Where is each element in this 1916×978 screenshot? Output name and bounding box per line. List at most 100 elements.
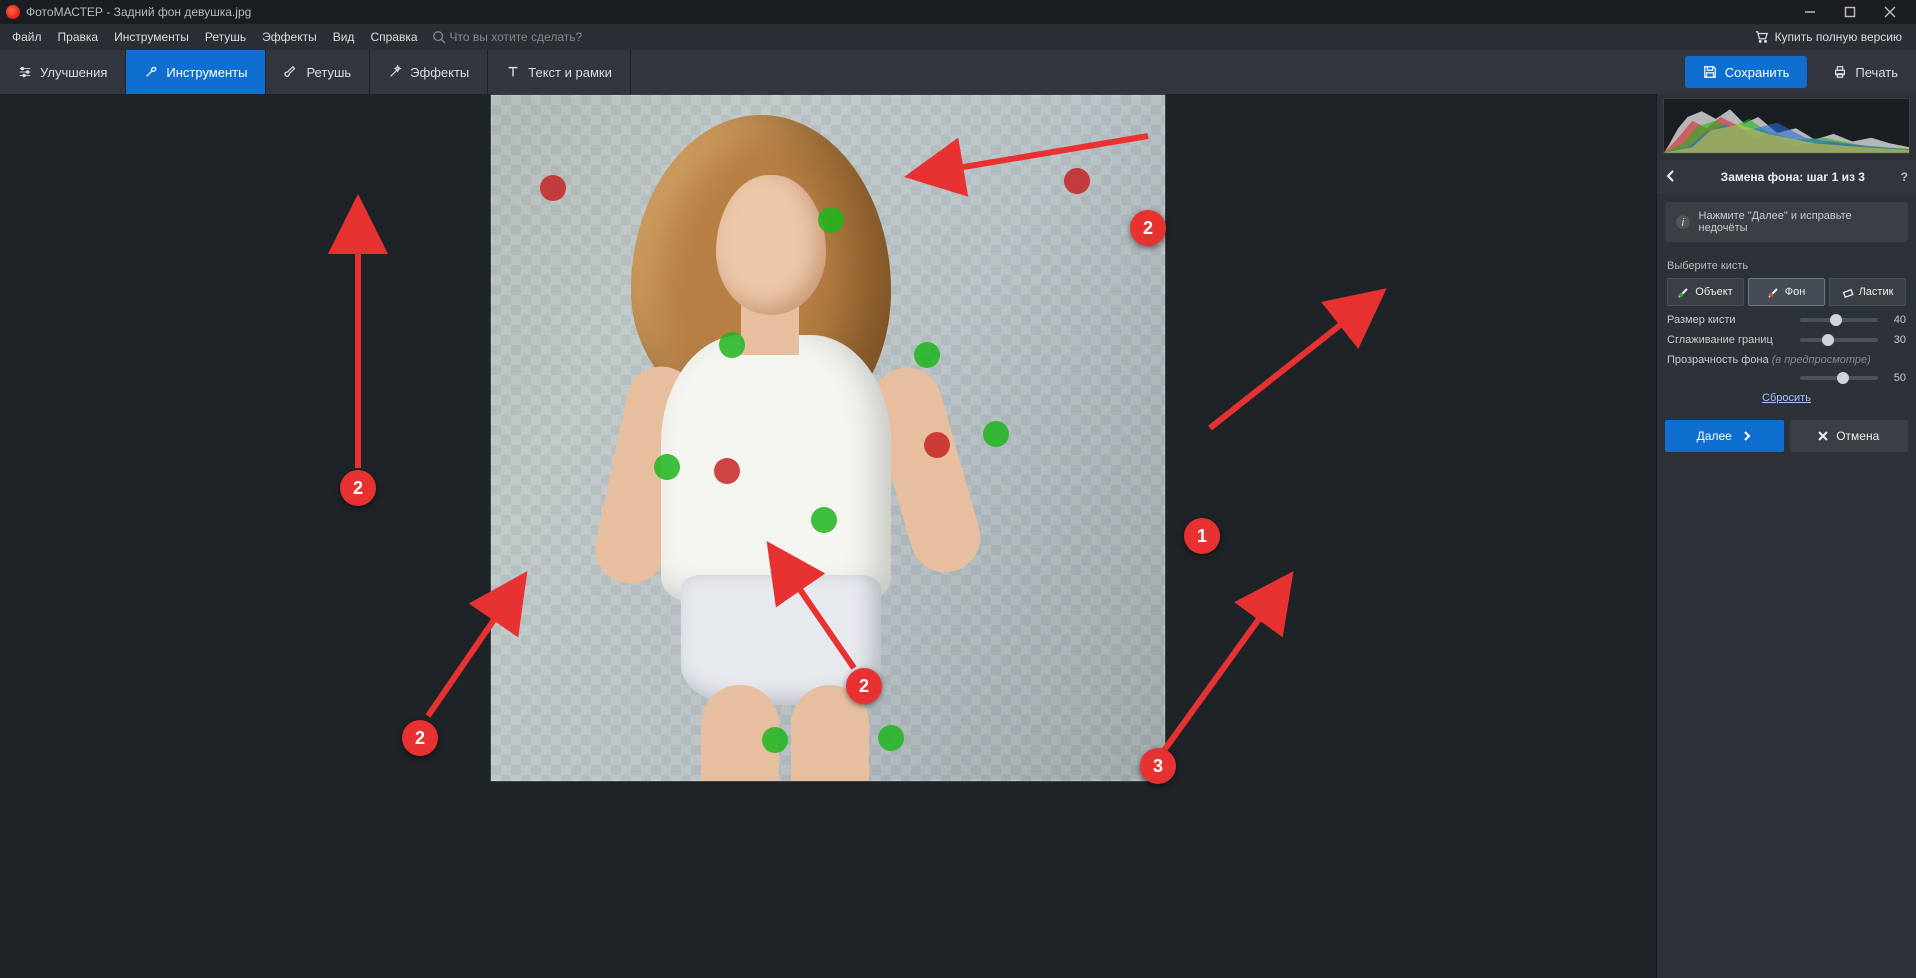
main-area: Замена фона: шаг 1 из 3 ? i Нажмите "Дал… <box>0 94 1916 978</box>
chevron-left-icon <box>1665 170 1677 182</box>
bg-marker <box>924 432 950 458</box>
window-maximize-button[interactable] <box>1830 0 1870 24</box>
panel-help-button[interactable]: ? <box>1901 170 1908 184</box>
object-marker <box>811 507 837 533</box>
brush-size-label: Размер кисти <box>1667 314 1794 326</box>
search-placeholder: Что вы хотите сделать? <box>450 30 583 44</box>
menu-file[interactable]: Файл <box>4 26 50 48</box>
bg-opacity-label: Прозрачность фона <box>1667 354 1769 366</box>
histogram <box>1663 98 1910 154</box>
save-icon <box>1703 65 1717 79</box>
tab-label: Инструменты <box>166 65 247 80</box>
brush-size-slider[interactable] <box>1800 318 1878 322</box>
brush-object-button[interactable]: Объект <box>1667 278 1744 306</box>
annotation-2: 2 <box>402 720 438 756</box>
cancel-button[interactable]: Отмена <box>1790 420 1909 452</box>
tab-text-frames[interactable]: Текст и рамки <box>488 50 631 94</box>
annotation-2: 2 <box>1130 210 1166 246</box>
bg-marker <box>1064 168 1090 194</box>
menu-effects[interactable]: Эффекты <box>254 26 325 48</box>
wrench-icon <box>144 65 158 79</box>
object-marker <box>719 332 745 358</box>
panel-back-button[interactable] <box>1665 170 1677 185</box>
cart-icon <box>1755 30 1769 44</box>
brush-section: Выберите кисть Объект Фон Ластик Размер … <box>1657 250 1916 420</box>
object-marker <box>762 727 788 753</box>
brush-green-icon <box>1678 286 1690 298</box>
bg-opacity-value: 50 <box>1884 372 1906 384</box>
annotation-1: 1 <box>1184 518 1220 554</box>
window-title: ФотоМАСТЕР - Задний фон девушка.jpg <box>26 5 251 19</box>
window-close-button[interactable] <box>1870 0 1910 24</box>
menu-retouch[interactable]: Ретушь <box>197 26 254 48</box>
smooth-value: 30 <box>1884 334 1906 346</box>
annotation-2: 2 <box>340 470 376 506</box>
info-icon: i <box>1675 214 1691 230</box>
tab-effects[interactable]: Эффекты <box>370 50 488 94</box>
brush-label: Ластик <box>1859 286 1894 298</box>
reset-link[interactable]: Сбросить <box>1667 392 1906 404</box>
save-label: Сохранить <box>1725 65 1790 80</box>
sliders-icon <box>18 65 32 79</box>
cancel-label: Отмена <box>1836 429 1879 443</box>
next-label: Далее <box>1697 429 1732 443</box>
menu-help[interactable]: Справка <box>362 26 425 48</box>
bg-opacity-row: Прозрачность фона (в предпросмотре) 50 <box>1667 354 1906 384</box>
brush-label: Объект <box>1695 286 1732 298</box>
tab-label: Улучшения <box>40 65 107 80</box>
panel-title: Замена фона: шаг 1 из 3 <box>1685 170 1901 184</box>
object-marker <box>818 207 844 233</box>
buy-full-version-link[interactable]: Купить полную версию <box>1745 26 1912 48</box>
brush-label: Фон <box>1785 286 1806 298</box>
panel-tip: i Нажмите "Далее" и исправьте недочёты <box>1665 202 1908 242</box>
bg-marker <box>714 458 740 484</box>
chevron-right-icon <box>1742 431 1752 441</box>
print-icon <box>1833 65 1847 79</box>
histogram-graphic <box>1664 100 1909 153</box>
panel-action-row: Далее Отмена <box>1657 420 1916 462</box>
bg-marker <box>540 175 566 201</box>
smooth-slider[interactable] <box>1800 338 1878 342</box>
print-button[interactable]: Печать <box>1815 50 1916 94</box>
object-marker <box>914 342 940 368</box>
next-button[interactable]: Далее <box>1665 420 1784 452</box>
search-icon <box>432 30 446 44</box>
magic-icon <box>388 65 402 79</box>
brush-eraser-button[interactable]: Ластик <box>1829 278 1906 306</box>
brush-section-label: Выберите кисть <box>1667 260 1906 272</box>
print-label: Печать <box>1855 65 1898 80</box>
top-toolbar: Улучшения Инструменты Ретушь Эффекты Тек… <box>0 50 1916 94</box>
title-bar: ФотоМАСТЕР - Задний фон девушка.jpg <box>0 0 1916 24</box>
smooth-row: Сглаживание границ 30 <box>1667 334 1906 346</box>
side-panel: Замена фона: шаг 1 из 3 ? i Нажмите "Дал… <box>1656 94 1916 978</box>
panel-tip-text: Нажмите "Далее" и исправьте недочёты <box>1699 210 1898 234</box>
menu-edit[interactable]: Правка <box>50 26 107 48</box>
bg-opacity-note: (в предпросмотре) <box>1772 354 1871 366</box>
tab-label: Ретушь <box>306 65 351 80</box>
tab-label: Текст и рамки <box>528 65 612 80</box>
tab-retouch[interactable]: Ретушь <box>266 50 370 94</box>
brush-icon <box>284 65 298 79</box>
brush-size-row: Размер кисти 40 <box>1667 314 1906 326</box>
brush-background-button[interactable]: Фон <box>1748 278 1825 306</box>
tab-label: Эффекты <box>410 65 469 80</box>
annotation-2: 2 <box>846 668 882 704</box>
photo-canvas[interactable] <box>490 94 1166 782</box>
smooth-label: Сглаживание границ <box>1667 334 1794 346</box>
tab-improvements[interactable]: Улучшения <box>0 50 126 94</box>
tab-instruments[interactable]: Инструменты <box>126 50 266 94</box>
close-icon <box>1818 431 1828 441</box>
annotation-3: 3 <box>1140 748 1176 784</box>
menu-view[interactable]: Вид <box>325 26 363 48</box>
object-marker <box>654 454 680 480</box>
bg-opacity-slider[interactable] <box>1800 376 1878 380</box>
window-minimize-button[interactable] <box>1790 0 1830 24</box>
canvas-area[interactable] <box>0 94 1656 978</box>
app-icon <box>6 5 20 19</box>
save-button[interactable]: Сохранить <box>1685 56 1808 88</box>
brush-size-value: 40 <box>1884 314 1906 326</box>
menu-search[interactable]: Что вы хотите сделать? <box>432 30 583 44</box>
buy-full-label: Купить полную версию <box>1775 30 1902 44</box>
panel-header: Замена фона: шаг 1 из 3 ? <box>1657 160 1916 194</box>
menu-tools[interactable]: Инструменты <box>106 26 197 48</box>
